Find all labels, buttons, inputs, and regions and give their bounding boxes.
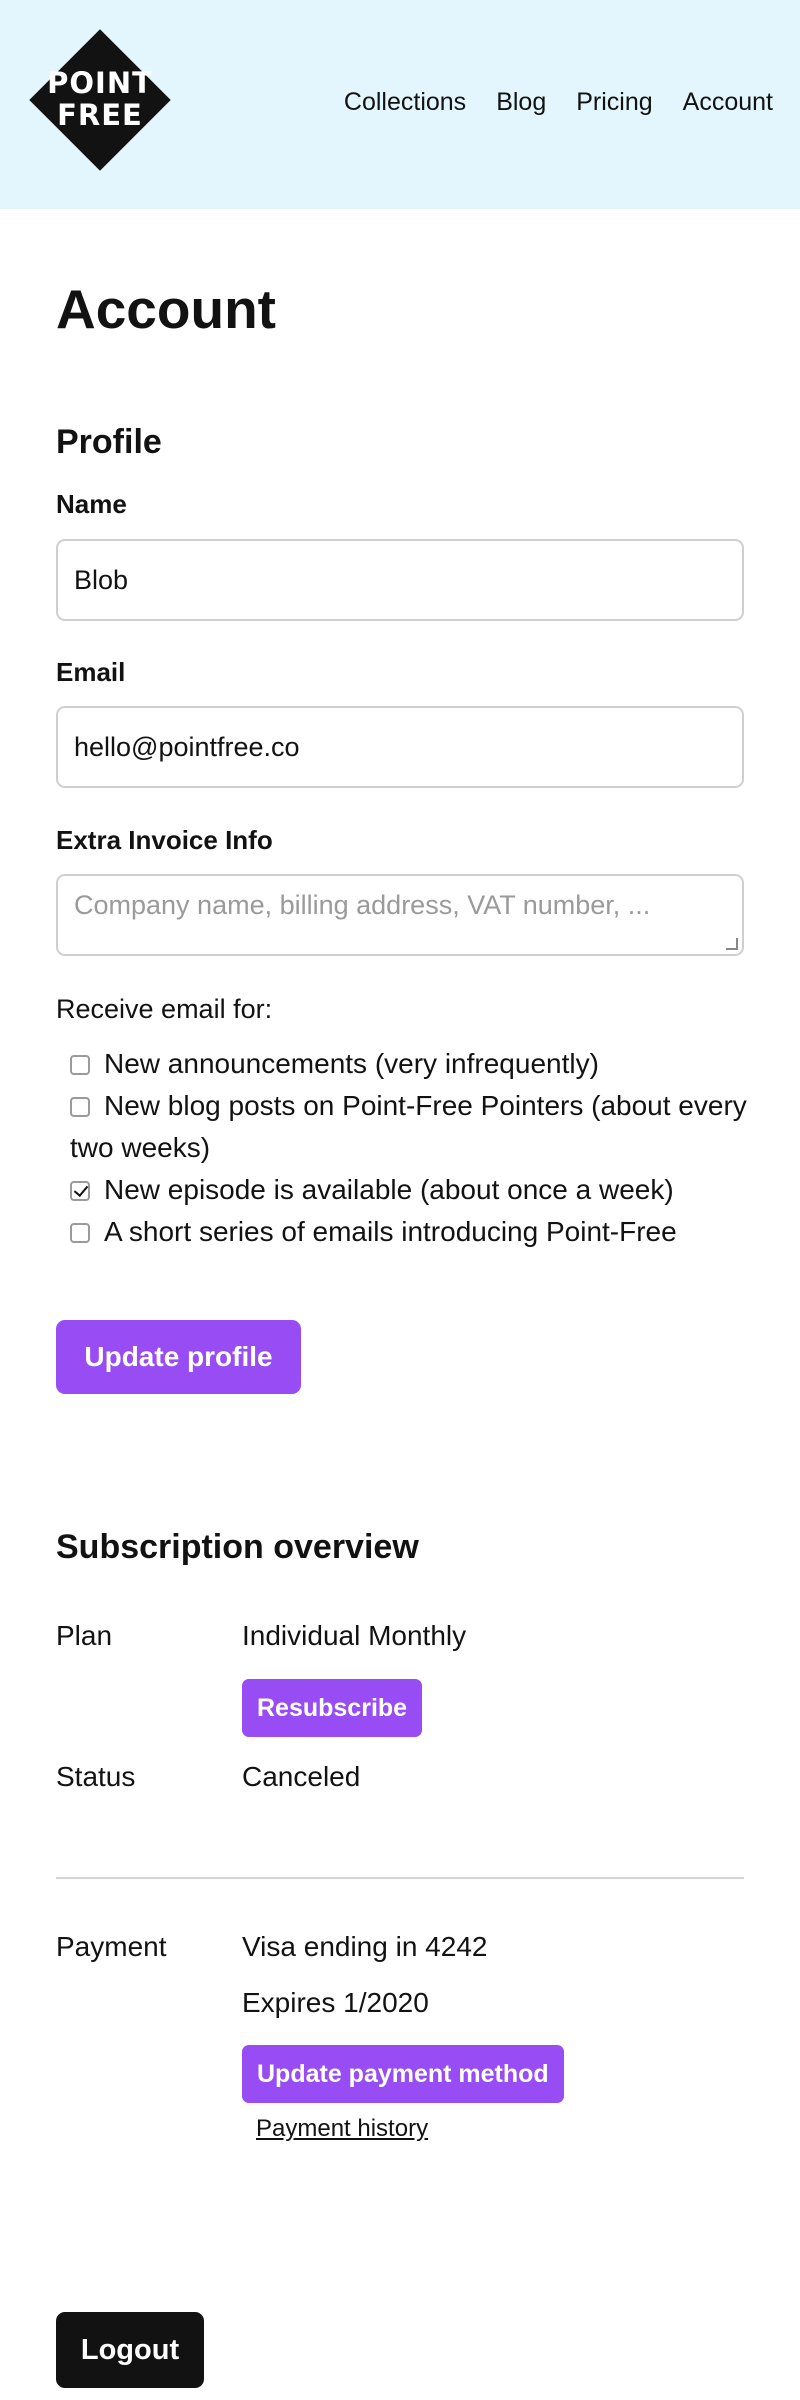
page-title: Account <box>56 278 276 340</box>
status-label: Status <box>56 1761 136 1792</box>
payment-label: Payment <box>56 1931 167 1962</box>
card-value: Visa ending in 4242 <box>242 1931 488 1962</box>
site-header: POINT FREE Collections Blog Pricing Acco… <box>0 0 800 209</box>
checkbox-announcements[interactable] <box>70 1055 90 1075</box>
email-option-episodes[interactable]: New episode is available (about once a w… <box>70 1169 750 1211</box>
email-option-label: New episode is available (about once a w… <box>104 1174 674 1205</box>
invoice-label: Extra Invoice Info <box>56 825 273 855</box>
email-option-announcements[interactable]: New announcements (very infrequently) <box>70 1043 750 1085</box>
main-nav: Collections Blog Pricing Account <box>314 88 773 117</box>
email-option-label: New announcements (very infrequently) <box>104 1048 599 1079</box>
nav-blog[interactable]: Blog <box>496 88 546 117</box>
status-value: Canceled <box>242 1761 361 1792</box>
checkbox-intro-series[interactable] <box>70 1223 90 1243</box>
nav-pricing[interactable]: Pricing <box>576 88 652 117</box>
plan-value: Individual Monthly <box>242 1620 467 1651</box>
resubscribe-button[interactable]: Resubscribe <box>242 1679 423 1737</box>
email-label: Email <box>56 657 126 687</box>
email-option-blog[interactable]: New blog posts on Point-Free Pointers (a… <box>70 1085 750 1169</box>
email-option-intro-series[interactable]: A short series of emails introducing Poi… <box>70 1211 750 1253</box>
logo-line-2: FREE <box>57 98 143 132</box>
logo-line-1: POINT <box>47 66 153 100</box>
point-free-logo[interactable]: POINT FREE <box>28 28 172 172</box>
receive-email-label: Receive email for: <box>56 994 273 1024</box>
name-field[interactable]: Blob <box>56 539 744 621</box>
nav-collections[interactable]: Collections <box>344 88 466 117</box>
plan-label: Plan <box>56 1620 113 1651</box>
update-payment-method-button[interactable]: Update payment method <box>242 2045 564 2103</box>
resize-handle-icon[interactable] <box>726 938 738 950</box>
nav-account[interactable]: Account <box>683 88 773 117</box>
logout-button[interactable]: Logout <box>56 2312 204 2388</box>
checkbox-episodes[interactable] <box>70 1181 90 1201</box>
profile-heading: Profile <box>56 423 162 461</box>
subscription-heading: Subscription overview <box>56 1528 419 1566</box>
logo-text: POINT FREE <box>28 67 172 131</box>
email-option-label: New blog posts on Point-Free Pointers (a… <box>70 1090 747 1163</box>
name-label: Name <box>56 489 127 519</box>
payment-history-link[interactable]: Payment history <box>256 2117 428 2141</box>
invoice-textarea[interactable]: Company name, billing address, VAT numbe… <box>56 874 744 956</box>
email-field[interactable]: hello@pointfree.co <box>56 706 744 788</box>
email-option-label: A short series of emails introducing Poi… <box>104 1216 677 1247</box>
invoice-placeholder: Company name, billing address, VAT numbe… <box>74 890 651 920</box>
checkbox-blog[interactable] <box>70 1097 90 1117</box>
card-expiry: Expires 1/2020 <box>242 1987 429 2018</box>
section-divider <box>56 1877 744 1879</box>
update-profile-button[interactable]: Update profile <box>56 1320 301 1394</box>
